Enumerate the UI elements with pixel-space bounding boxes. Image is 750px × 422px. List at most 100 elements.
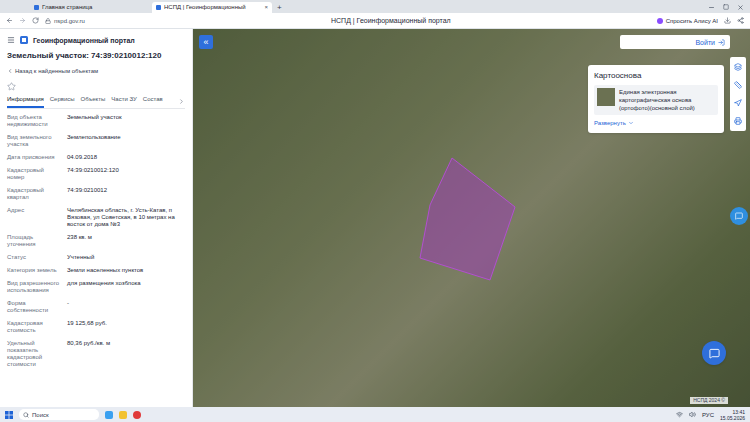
address-field[interactable]: nspd.gov.ru bbox=[45, 17, 125, 25]
field-label: Кадастровый квартал bbox=[7, 187, 61, 201]
field-row: Категория земель Земли населенных пунктов bbox=[7, 264, 185, 277]
field-value: 19 125,68 руб. bbox=[67, 320, 185, 334]
clock-time: 13:41 bbox=[732, 409, 745, 415]
field-row: СтатусУчтенный bbox=[7, 251, 185, 264]
tabs-scroll-icon[interactable] bbox=[178, 98, 185, 105]
taskbar-search[interactable]: Поиск bbox=[19, 409, 99, 420]
field-value: Челябинская область, г. Усть-Катав, п Вя… bbox=[67, 207, 185, 228]
chat-button[interactable] bbox=[702, 341, 726, 365]
field-value: Земельный участок bbox=[67, 114, 185, 128]
print-icon[interactable] bbox=[734, 117, 742, 125]
field-label: Удельный показатель кадастровой стоимост… bbox=[7, 340, 61, 368]
reload-icon[interactable] bbox=[32, 17, 39, 24]
field-label: Вид разрешенного использования bbox=[7, 280, 61, 294]
tab-favicon-icon bbox=[34, 5, 39, 10]
field-value: 04.09.2018 bbox=[67, 154, 185, 161]
field-value: 80,36 руб./кв. м bbox=[67, 340, 185, 368]
tab-label: Главная страница bbox=[42, 4, 146, 11]
info-tab[interactable]: Объекты bbox=[81, 95, 106, 108]
taskbar-app-icon[interactable] bbox=[119, 411, 127, 419]
tab-close[interactable]: × bbox=[264, 4, 268, 11]
wifi-icon[interactable] bbox=[676, 411, 683, 418]
side-chat-button[interactable] bbox=[730, 207, 748, 225]
page-title: НСПД | Геоинформационный портал bbox=[131, 16, 651, 25]
taskbar: Поиск РУС 13:4115.05.2026 bbox=[0, 407, 750, 422]
info-tab[interactable]: Состав bbox=[143, 95, 163, 108]
field-list: Вид объекта недвижимостиЗемельный участо… bbox=[7, 109, 185, 407]
windows-start-icon[interactable] bbox=[5, 411, 13, 419]
back-icon[interactable] bbox=[6, 17, 13, 24]
info-tab[interactable]: Части ЗУ bbox=[111, 95, 136, 108]
chat-icon bbox=[709, 348, 720, 359]
field-row: Удельный показатель кадастровой стоимост… bbox=[7, 337, 185, 371]
maximize-icon[interactable] bbox=[723, 4, 729, 10]
layers-icon[interactable] bbox=[734, 63, 742, 71]
volume-icon[interactable] bbox=[689, 411, 696, 418]
portal-logo-icon bbox=[20, 36, 28, 44]
info-tab[interactable]: Сервисы bbox=[50, 95, 75, 108]
search-icon bbox=[23, 412, 29, 418]
field-label: Площадь уточнения bbox=[7, 234, 61, 248]
chevron-left-icon bbox=[7, 68, 13, 74]
layer-name: Единая электронная картографическая осно… bbox=[619, 88, 715, 112]
field-row: Вид земельного участкаЗемлепользование bbox=[7, 131, 185, 151]
lock-icon bbox=[45, 18, 51, 24]
close-icon[interactable] bbox=[737, 4, 744, 11]
field-row: Вид разрешенного использования для размещ… bbox=[7, 277, 185, 297]
share-icon[interactable] bbox=[737, 17, 744, 24]
field-row: Форма собственности- bbox=[7, 297, 185, 317]
collapse-panel-button[interactable]: « bbox=[199, 35, 213, 49]
expand-link[interactable]: Развернуть bbox=[594, 119, 718, 127]
field-label: Кадастровый номер bbox=[7, 167, 61, 181]
minimize-icon[interactable] bbox=[708, 4, 715, 11]
field-label: Вид земельного участка bbox=[7, 134, 61, 148]
field-value: Учтенный bbox=[67, 254, 185, 261]
assistant-icon bbox=[735, 212, 743, 220]
favorite-star-icon[interactable] bbox=[7, 82, 16, 91]
menu-icon[interactable] bbox=[7, 36, 15, 44]
field-value: Земли населенных пунктов bbox=[67, 267, 185, 274]
taskbar-app-icon[interactable] bbox=[105, 411, 113, 419]
field-value: 238 кв. м bbox=[67, 234, 185, 248]
login-button[interactable]: Войти bbox=[620, 35, 730, 49]
map-toolbar bbox=[730, 57, 746, 131]
taskbar-app-icon[interactable] bbox=[133, 411, 141, 419]
field-label: Дата присвоения bbox=[7, 154, 61, 161]
field-label: Кадастровая стоимость bbox=[7, 320, 61, 334]
download-icon[interactable] bbox=[724, 17, 731, 24]
field-row: Кадастровый квартал 74:39:0210012 bbox=[7, 184, 185, 204]
field-row: Адрес Челябинская область, г. Усть-Катав,… bbox=[7, 204, 185, 231]
navigation-icon[interactable] bbox=[734, 99, 742, 107]
clock[interactable]: 13:4115.05.2026 bbox=[720, 409, 745, 421]
screen: Главная страница НСПД | Геоинформационный… bbox=[0, 0, 750, 422]
field-label: Категория земель bbox=[7, 267, 61, 274]
layer-item[interactable]: Единая электронная картографическая осно… bbox=[594, 85, 718, 115]
field-value: для размещения хозблока bbox=[67, 280, 185, 294]
browser-tab-bar: Главная страница НСПД | Геоинформационный… bbox=[0, 0, 750, 13]
clock-date: 15.05.2026 bbox=[720, 415, 745, 421]
new-tab-button[interactable]: + bbox=[274, 2, 285, 13]
field-row: Дата присвоения 04.09.2018 bbox=[7, 151, 185, 164]
back-link[interactable]: Назад к найденным объектам bbox=[7, 67, 185, 75]
login-icon bbox=[718, 39, 725, 46]
chevron-down-icon bbox=[628, 120, 634, 126]
browser-tab[interactable]: НСПД | Геоинформационный× bbox=[152, 2, 272, 13]
alice-icon bbox=[657, 18, 663, 24]
portal-header: Геоинформационный портал bbox=[7, 29, 185, 51]
info-tab[interactable]: Информация bbox=[7, 95, 44, 108]
page: Геоинформационный портал Земельный участо… bbox=[0, 29, 750, 407]
field-value: 74:39:0210012 bbox=[67, 187, 185, 201]
layer-thumbnail bbox=[597, 88, 615, 106]
tab-label: НСПД | Геоинформационный bbox=[164, 4, 261, 11]
window-controls bbox=[708, 1, 744, 13]
alice-button[interactable]: Спросить Алису AI bbox=[657, 17, 718, 25]
browser-tab[interactable]: Главная страница bbox=[30, 2, 150, 13]
field-value: 74:39:0210012:120 bbox=[67, 167, 185, 181]
field-label: Адрес bbox=[7, 207, 61, 228]
map-attribution: НСПД 2024 © bbox=[690, 397, 728, 404]
ruler-icon[interactable] bbox=[734, 81, 742, 89]
field-row: Кадастровая стоимость 19 125,68 руб. bbox=[7, 317, 185, 337]
language-indicator[interactable]: РУС bbox=[702, 411, 714, 419]
map[interactable]: «ВойтиКартоосноваЕдиная электронная карт… bbox=[193, 29, 750, 407]
forward-icon[interactable] bbox=[19, 17, 26, 24]
